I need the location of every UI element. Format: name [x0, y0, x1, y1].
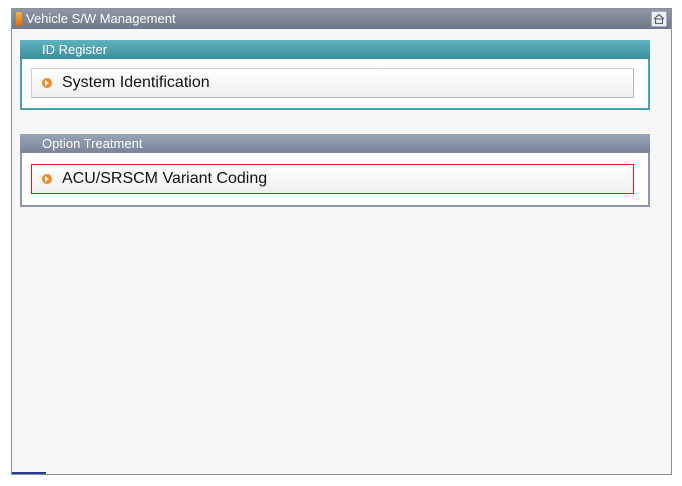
menu-item-label: ACU/SRSCM Variant Coding	[62, 170, 268, 187]
status-indicator	[12, 472, 46, 474]
id-register-panel: ID Register System Identification	[20, 40, 650, 110]
option-treatment-panel: Option Treatment ACU/SRSCM Variant Codin…	[20, 134, 650, 207]
panel-header-option-treatment: Option Treatment	[20, 134, 650, 153]
home-icon	[653, 13, 665, 25]
content-area: ID Register System Identification Option…	[12, 29, 671, 474]
panel-header-id-register: ID Register	[20, 40, 650, 59]
arrow-bullet-icon	[42, 174, 52, 184]
main-window: Vehicle S/W Management ID Register Syste…	[11, 8, 672, 475]
variant-coding-item[interactable]: ACU/SRSCM Variant Coding	[31, 164, 634, 194]
menu-item-label: System Identification	[62, 74, 210, 91]
home-button[interactable]	[651, 11, 667, 27]
window-title: Vehicle S/W Management	[26, 11, 176, 26]
arrow-bullet-icon	[42, 78, 52, 88]
system-identification-item[interactable]: System Identification	[31, 68, 634, 98]
title-bar: Vehicle S/W Management	[12, 9, 671, 29]
app-marker-icon	[16, 12, 22, 26]
